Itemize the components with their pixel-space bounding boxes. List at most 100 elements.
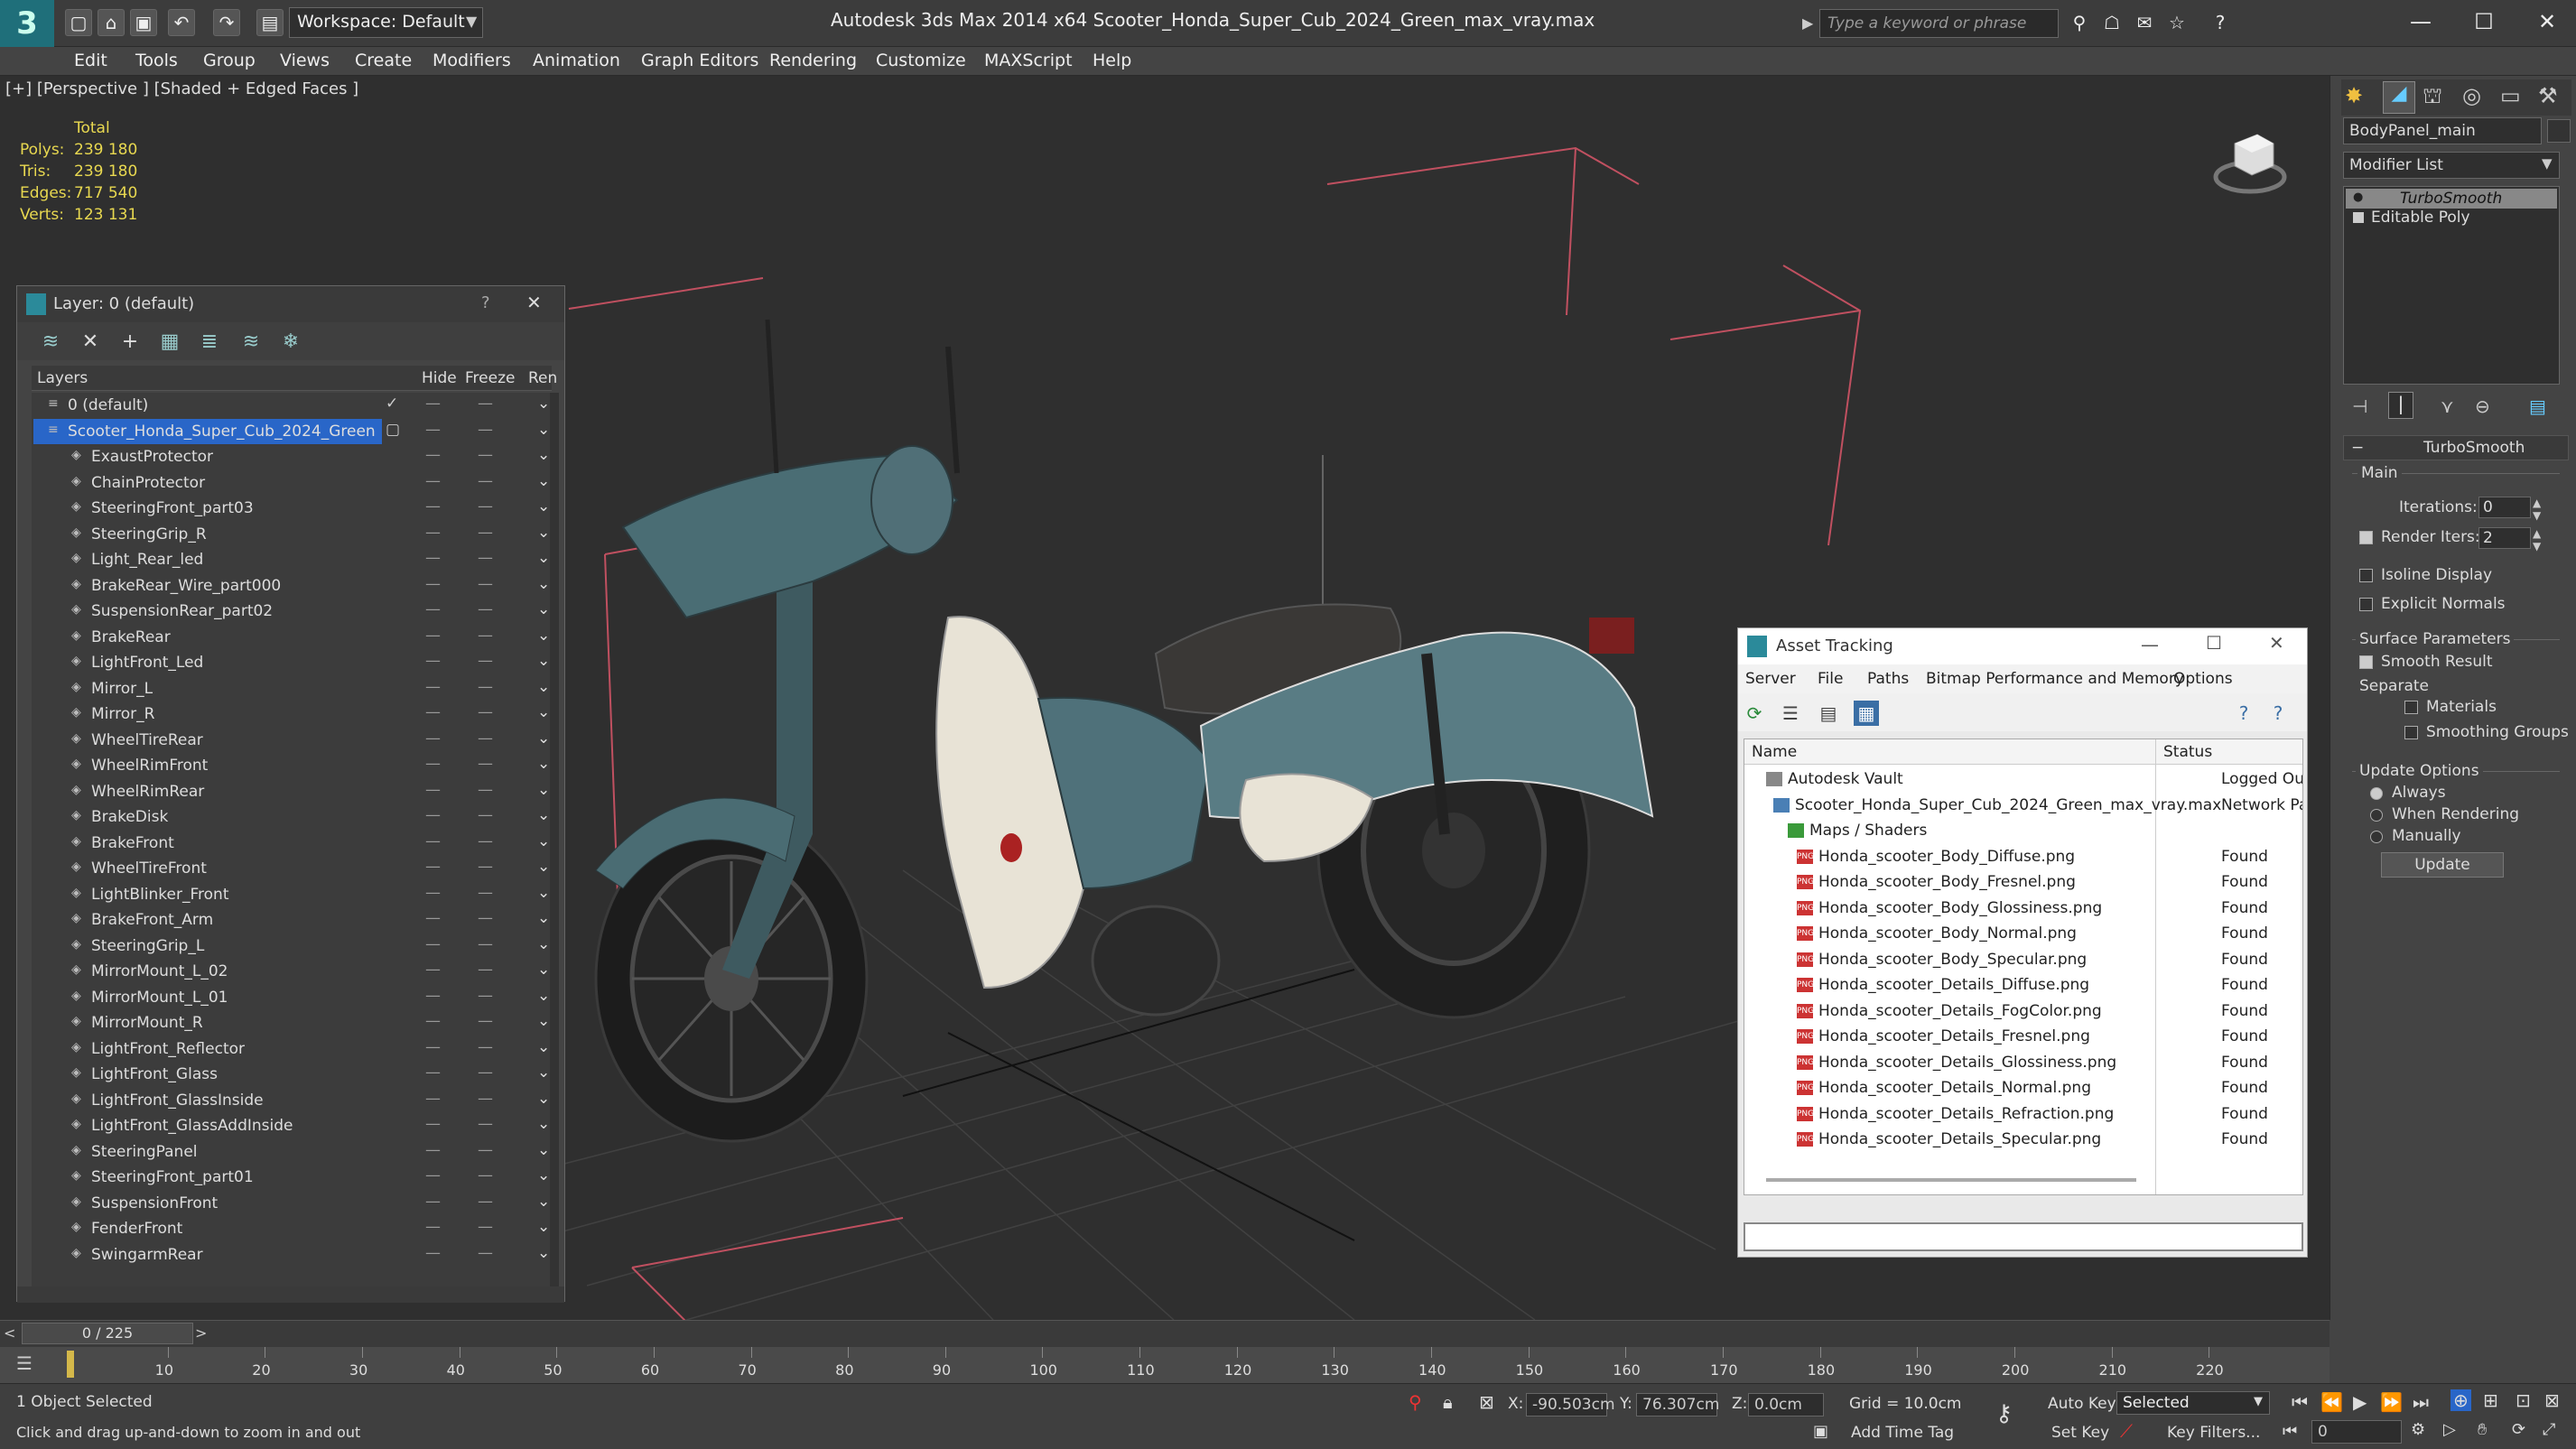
asset-row[interactable]: PNG Honda_scooter_Body_Glossiness.png Foun… <box>1744 896 2302 922</box>
new-file-icon[interactable]: ▢ <box>65 9 92 36</box>
asset-column-name[interactable]: Name <box>1744 739 2155 765</box>
table-view-icon[interactable]: ▦ <box>1854 701 1879 726</box>
time-slider[interactable]: < 0 / 225 > <box>0 1320 2330 1347</box>
object-row[interactable]: ◈ SteeringPanel — — ⌄ <box>32 1139 552 1166</box>
hide-toggle[interactable]: — <box>425 421 441 439</box>
hide-toggle[interactable]: — <box>425 1244 441 1262</box>
isoline-checkbox[interactable] <box>2359 569 2373 582</box>
freeze-toggle[interactable]: — <box>478 1244 493 1262</box>
hide-toggle[interactable]: — <box>425 858 441 876</box>
render-toggle-icon[interactable]: ⌄ <box>537 755 550 773</box>
isolate-icon[interactable]: ⚲ <box>1409 1391 1422 1413</box>
render-toggle-icon[interactable]: ⌄ <box>537 1166 550 1184</box>
hide-toggle[interactable]: — <box>425 961 441 979</box>
asset-path-field[interactable] <box>1744 1222 2303 1251</box>
render-toggle-icon[interactable]: ⌄ <box>537 1090 550 1108</box>
project-folder-icon[interactable]: ▤ <box>256 9 284 36</box>
render-toggle-icon[interactable]: ⌄ <box>537 549 550 567</box>
menu-tools[interactable]: Tools <box>135 51 178 70</box>
render-iters-checkbox[interactable] <box>2359 531 2373 544</box>
layer-row[interactable]: ≡ Scooter_Honda_Super_Cub_2024_Green ▢ — — ⌄ <box>32 418 552 445</box>
object-row[interactable]: ◈ SteeringFront_part03 — — ⌄ <box>32 496 552 522</box>
freeze-toggle[interactable]: — <box>478 627 493 645</box>
render-toggle-icon[interactable]: ⌄ <box>537 652 550 670</box>
render-toggle-icon[interactable]: ⌄ <box>537 600 550 618</box>
freeze-toggle[interactable]: — <box>478 549 493 567</box>
layer-hscroll[interactable] <box>17 1286 564 1303</box>
hide-toggle[interactable]: — <box>425 395 441 413</box>
object-row[interactable]: ◈ ExaustProtector — — ⌄ <box>32 444 552 470</box>
current-frame-field[interactable]: 0 <box>2311 1420 2402 1444</box>
stack-item-turbosmooth[interactable]: TurboSmooth <box>2400 190 2502 208</box>
prev-frame-icon[interactable]: ⏪ <box>2320 1391 2343 1413</box>
render-toggle-icon[interactable]: ⌄ <box>537 1064 550 1082</box>
freeze-toggle[interactable]: — <box>478 1218 493 1236</box>
freeze-toggle[interactable]: — <box>478 755 493 773</box>
object-row[interactable]: ◈ LightBlinker_Front — — ⌄ <box>32 882 552 908</box>
hide-toggle[interactable]: — <box>425 678 441 696</box>
make-current-box-icon[interactable]: ▢ <box>386 421 400 439</box>
asset-row[interactable]: Maps / Shaders <box>1744 818 2302 844</box>
asset-hscroll[interactable] <box>1766 1178 2136 1182</box>
render-toggle-icon[interactable]: ⌄ <box>537 884 550 902</box>
layer-row[interactable]: ≡ 0 (default) ✓ — — ⌄ <box>32 393 552 419</box>
hide-toggle[interactable]: — <box>425 575 441 593</box>
binoculars-icon[interactable]: ⚲ <box>2066 9 2093 36</box>
object-row[interactable]: ◈ SteeringGrip_L — — ⌄ <box>32 933 552 960</box>
stack-item-editable-poly[interactable]: Editable Poly <box>2371 209 2470 227</box>
explicit-normals-checkbox[interactable] <box>2359 598 2373 611</box>
workspace-dropdown[interactable]: Workspace: Default <box>289 7 483 38</box>
object-row[interactable]: ◈ WheelRimFront — — ⌄ <box>32 753 552 779</box>
freeze-toggle[interactable]: — <box>478 729 493 748</box>
update-button[interactable]: Update <box>2381 852 2504 878</box>
time-tag-icon[interactable]: ▣ <box>1813 1422 1828 1441</box>
lightbulb-icon[interactable]: ● <box>2353 190 2363 204</box>
expand-icon[interactable] <box>2353 212 2364 223</box>
goto-start-icon[interactable]: ⏮ <box>2292 1391 2308 1413</box>
connect-icon[interactable]: ✉ <box>2131 9 2158 36</box>
object-row[interactable]: ◈ SwingarmRear — — ⌄ <box>32 1242 552 1268</box>
layer-close-icon[interactable]: ✕ <box>526 292 542 313</box>
freeze-toggle[interactable]: — <box>478 987 493 1005</box>
render-toggle-icon[interactable]: ⌄ <box>537 446 550 464</box>
hide-toggle[interactable]: — <box>425 1064 441 1082</box>
create-layer-icon[interactable]: ≋ <box>37 328 64 355</box>
asset-menu-server[interactable]: Server <box>1745 670 1796 688</box>
object-row[interactable]: ◈ WheelTireFront — — ⌄ <box>32 856 552 882</box>
hide-toggle[interactable]: — <box>425 549 441 567</box>
asset-row[interactable]: PNG Honda_scooter_Details_Refraction.png F… <box>1744 1101 2302 1128</box>
asset-row[interactable]: Scooter_Honda_Super_Cub_2024_Green_max_v… <box>1744 793 2302 819</box>
freeze-toggle[interactable]: — <box>478 600 493 618</box>
create-tab-icon[interactable]: ✸ <box>2345 83 2363 108</box>
render-toggle-icon[interactable]: ⌄ <box>537 806 550 824</box>
object-row[interactable]: ◈ WheelRimRear — — ⌄ <box>32 779 552 805</box>
time-config-icon[interactable]: ⚙ <box>2411 1420 2425 1439</box>
current-layer-check-icon[interactable]: ✓ <box>386 395 398 413</box>
hide-all-icon[interactable]: ≋ <box>237 328 265 355</box>
menu-graph-editors[interactable]: Graph Editors <box>641 51 758 70</box>
render-iters-spin-arrows[interactable]: ▲ ▼ <box>2533 527 2541 553</box>
freeze-toggle[interactable]: — <box>478 524 493 542</box>
freeze-toggle[interactable]: — <box>478 652 493 670</box>
render-iters-spinner[interactable]: 2 <box>2478 527 2531 549</box>
layer-help-icon[interactable]: ? <box>481 293 490 312</box>
render-toggle-icon[interactable]: ⌄ <box>537 472 550 490</box>
search-expand-icon[interactable]: ▶ <box>1802 14 1813 32</box>
freeze-toggle[interactable]: — <box>478 1141 493 1159</box>
object-row[interactable]: ◈ SteeringGrip_R — — ⌄ <box>32 522 552 548</box>
asset-row[interactable]: PNG Honda_scooter_Body_Normal.png Found <box>1744 921 2302 947</box>
modify-tab-icon[interactable]: ◢ <box>2383 81 2415 114</box>
hide-toggle[interactable]: — <box>425 627 441 645</box>
render-toggle-icon[interactable]: ⌄ <box>537 1218 550 1236</box>
key-mode-icon[interactable]: ⏮ <box>2283 1422 2297 1441</box>
freeze-all-icon[interactable]: ❄ <box>277 328 304 355</box>
refresh-icon[interactable]: ⟳ <box>1742 701 1767 726</box>
asset-row[interactable]: PNG Honda_scooter_Details_Diffuse.png Foun… <box>1744 972 2302 999</box>
time-next-icon[interactable]: > <box>195 1324 207 1342</box>
hide-toggle[interactable]: — <box>425 1038 441 1056</box>
freeze-toggle[interactable]: — <box>478 961 493 979</box>
object-row[interactable]: ◈ BrakeFront — — ⌄ <box>32 831 552 857</box>
render-toggle-icon[interactable]: ⌄ <box>537 935 550 953</box>
auto-key-button[interactable]: Auto Key <box>2048 1395 2116 1413</box>
object-row[interactable]: ◈ WheelTireRear — — ⌄ <box>32 728 552 754</box>
